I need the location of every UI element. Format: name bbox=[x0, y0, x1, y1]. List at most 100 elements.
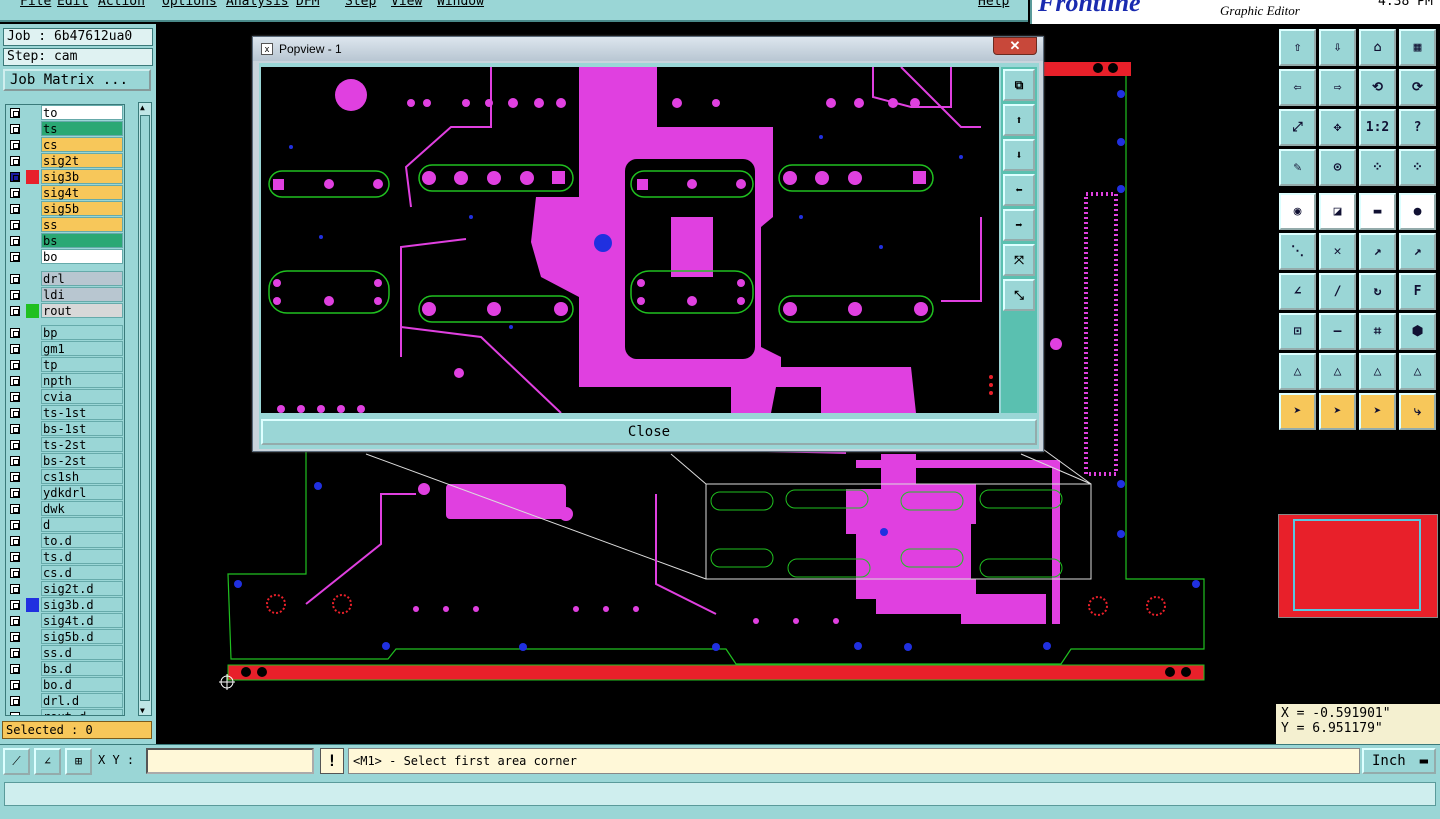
layer-row-sig5b[interactable]: sig5b bbox=[6, 201, 124, 217]
tool-mirror-button[interactable]: ⟲ bbox=[1359, 69, 1396, 106]
layer-name[interactable]: cs bbox=[41, 137, 123, 152]
layer-checkbox[interactable] bbox=[10, 712, 20, 715]
layer-checkbox[interactable] bbox=[10, 408, 20, 418]
layer-name[interactable]: bp bbox=[41, 325, 123, 340]
layer-name[interactable]: dwk bbox=[41, 501, 123, 516]
layer-row-cs1sh[interactable]: cs1sh bbox=[6, 469, 124, 485]
layer-color-swatch[interactable] bbox=[26, 502, 39, 516]
popview-zoom-in-button[interactable]: ⤧ bbox=[1003, 244, 1035, 276]
layer-color-swatch[interactable] bbox=[26, 234, 39, 248]
tool-tri-3-button[interactable]: △ bbox=[1359, 353, 1396, 390]
layer-color-swatch[interactable] bbox=[26, 138, 39, 152]
warning-button[interactable]: ! bbox=[320, 748, 344, 774]
tool-move-net-button[interactable]: ⁘ bbox=[1359, 149, 1396, 186]
layer-name[interactable]: sig3b bbox=[41, 169, 123, 184]
layer-row-ydkdrl[interactable]: ydkdrl bbox=[6, 485, 124, 501]
layer-row-npth[interactable]: npth bbox=[6, 373, 124, 389]
layer-row-ts-2st[interactable]: ts-2st bbox=[6, 437, 124, 453]
menu-window[interactable]: Window bbox=[437, 0, 484, 9]
popview-zoomed-board[interactable] bbox=[261, 67, 999, 413]
layer-row-to[interactable]: to bbox=[6, 105, 124, 121]
layer-color-swatch[interactable] bbox=[26, 202, 39, 216]
layer-row-d[interactable]: d bbox=[6, 517, 124, 533]
layer-checkbox[interactable] bbox=[10, 632, 20, 642]
snap-mode-button[interactable]: ⟋ bbox=[3, 748, 30, 775]
layer-color-swatch[interactable] bbox=[26, 288, 39, 302]
layer-name[interactable]: bs-2st bbox=[41, 453, 123, 468]
layer-color-swatch[interactable] bbox=[26, 438, 39, 452]
layer-color-swatch[interactable] bbox=[26, 154, 39, 168]
layer-row-ldi[interactable]: ldi bbox=[6, 287, 124, 303]
layer-row-drl.d[interactable]: drl.d bbox=[6, 693, 124, 709]
layer-checkbox[interactable] bbox=[10, 156, 20, 166]
layer-color-swatch[interactable] bbox=[26, 326, 39, 340]
layer-row-sig4t.d[interactable]: sig4t.d bbox=[6, 613, 124, 629]
layer-checkbox[interactable] bbox=[10, 124, 20, 134]
layer-checkbox[interactable] bbox=[10, 274, 20, 284]
layer-row-sig2t[interactable]: sig2t bbox=[6, 153, 124, 169]
tool-home-button[interactable]: ⌂ bbox=[1359, 29, 1396, 66]
tool-pan-left-button[interactable]: ⇦ bbox=[1279, 69, 1316, 106]
tool-pan-right-button[interactable]: ⇨ bbox=[1319, 69, 1356, 106]
tool-pointer-circle-button[interactable]: ➤ bbox=[1359, 393, 1396, 430]
tool-cut-button[interactable]: ✕ bbox=[1319, 233, 1356, 270]
tool-rect-add-button[interactable]: ⊡ bbox=[1279, 313, 1316, 350]
layer-name[interactable]: rout.d bbox=[41, 709, 123, 715]
popview-pan-right-button[interactable]: ➡ bbox=[1003, 209, 1035, 241]
board-minimap[interactable] bbox=[1278, 514, 1438, 618]
layer-checkbox[interactable] bbox=[10, 376, 20, 386]
tool-feature-select-button[interactable]: ◉ bbox=[1279, 193, 1316, 230]
layer-row-cs.d[interactable]: cs.d bbox=[6, 565, 124, 581]
layer-checkbox[interactable] bbox=[10, 600, 20, 610]
layer-color-swatch[interactable] bbox=[26, 406, 39, 420]
layer-row-ts-1st[interactable]: ts-1st bbox=[6, 405, 124, 421]
layer-color-swatch[interactable] bbox=[26, 358, 39, 372]
tool-step-repeat-button[interactable]: ⟳ bbox=[1399, 69, 1436, 106]
layer-color-swatch[interactable] bbox=[26, 710, 39, 715]
tool-horiz-line-button[interactable]: — bbox=[1319, 313, 1356, 350]
layer-name[interactable]: sig5b.d bbox=[41, 629, 123, 644]
layer-checkbox[interactable] bbox=[10, 392, 20, 402]
layer-name[interactable]: ts bbox=[41, 121, 123, 136]
layer-checkbox[interactable] bbox=[10, 616, 20, 626]
tool-move-net2-button[interactable]: ⁘ bbox=[1399, 149, 1436, 186]
layer-color-swatch[interactable] bbox=[26, 534, 39, 548]
layer-color-swatch[interactable] bbox=[26, 342, 39, 356]
layer-color-swatch[interactable] bbox=[26, 422, 39, 436]
layer-row-bs-1st[interactable]: bs-1st bbox=[6, 421, 124, 437]
popview-pan-down-button[interactable]: ⬇ bbox=[1003, 139, 1035, 171]
layer-color-swatch[interactable] bbox=[26, 566, 39, 580]
layer-row-to.d[interactable]: to.d bbox=[6, 533, 124, 549]
layer-name[interactable]: cs.d bbox=[41, 565, 123, 580]
layer-color-swatch[interactable] bbox=[26, 186, 39, 200]
layer-color-swatch[interactable] bbox=[26, 694, 39, 708]
layer-checkbox[interactable] bbox=[10, 552, 20, 562]
layer-checkbox[interactable] bbox=[10, 680, 20, 690]
tool-connect-button[interactable]: ⋱ bbox=[1279, 233, 1316, 270]
popview-pan-up-button[interactable]: ⬆ bbox=[1003, 104, 1035, 136]
scroll-up-icon[interactable]: ▲ bbox=[140, 103, 145, 112]
tool-slope2-button[interactable]: ∕ bbox=[1319, 273, 1356, 310]
layer-color-swatch[interactable] bbox=[26, 390, 39, 404]
layer-name[interactable]: cs1sh bbox=[41, 469, 123, 484]
popview-zoom-out-button[interactable]: ⤡ bbox=[1003, 279, 1035, 311]
tool-tri-2-button[interactable]: △ bbox=[1319, 353, 1356, 390]
layer-checkbox[interactable] bbox=[10, 290, 20, 300]
tool-ruler-button[interactable]: ▬ bbox=[1359, 193, 1396, 230]
layer-row-sig4t[interactable]: sig4t bbox=[6, 185, 124, 201]
menu-analysis[interactable]: Analysis bbox=[226, 0, 289, 9]
angle-mode-button[interactable]: ∠ bbox=[34, 748, 61, 775]
xy-input[interactable] bbox=[146, 748, 314, 774]
tool-draw-line-button[interactable]: ◪ bbox=[1319, 193, 1356, 230]
tool-snap-button[interactable]: ▦ bbox=[1399, 29, 1436, 66]
scroll-down-icon[interactable]: ▼ bbox=[140, 706, 145, 715]
layer-row-ts[interactable]: ts bbox=[6, 121, 124, 137]
layer-name[interactable]: ts.d bbox=[41, 549, 123, 564]
layer-name[interactable]: ss bbox=[41, 217, 123, 232]
layer-color-swatch[interactable] bbox=[26, 486, 39, 500]
job-matrix-button[interactable]: Job Matrix ... bbox=[3, 69, 151, 91]
layer-row-sig3b.d[interactable]: sig3b.d bbox=[6, 597, 124, 613]
layer-color-swatch[interactable] bbox=[26, 122, 39, 136]
popview-titlebar[interactable]: x Popview - 1 bbox=[253, 37, 1043, 61]
layer-color-swatch[interactable] bbox=[26, 678, 39, 692]
